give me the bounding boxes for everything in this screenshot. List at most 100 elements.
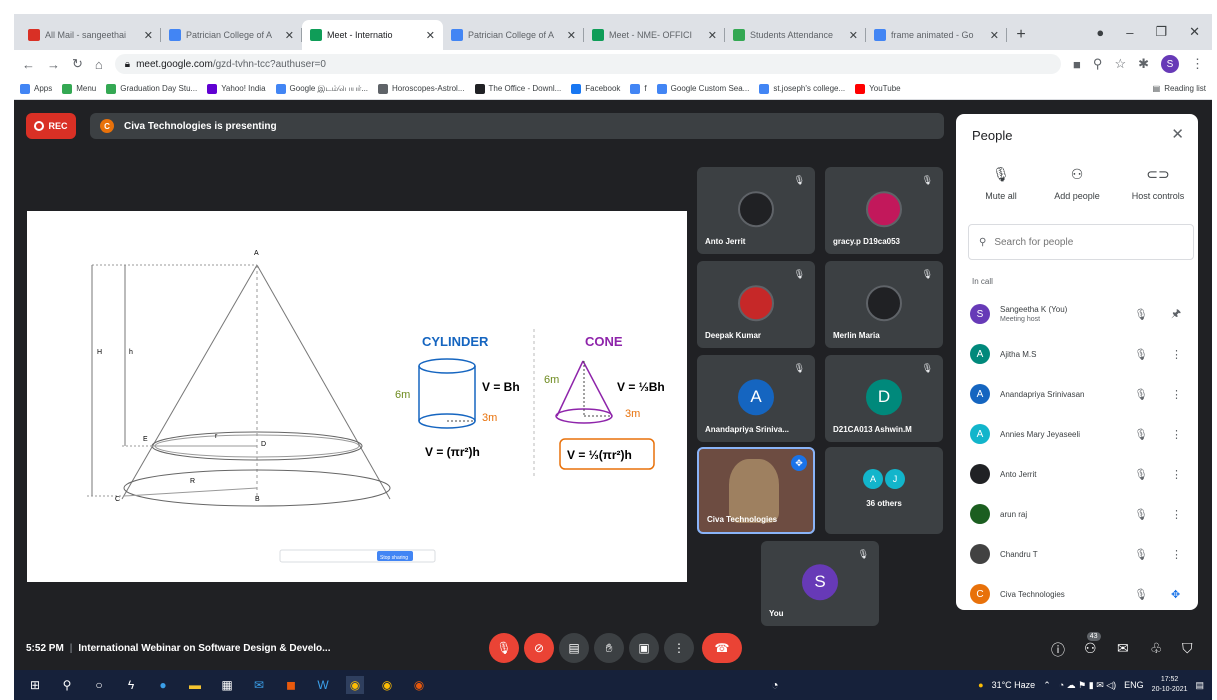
host-shield-icon[interactable]: ⛉ (1182, 640, 1193, 657)
chrome-active-icon[interactable]: ◉ (346, 676, 364, 694)
browser-tab[interactable]: All Mail - sangeethai ✕ (20, 20, 161, 50)
store-icon[interactable]: ▦ (218, 676, 236, 694)
people-search[interactable]: ⚲ (968, 224, 1194, 260)
search-people-input[interactable] (994, 236, 1175, 248)
browser-tab[interactable]: Patrician College of A ✕ (161, 20, 302, 50)
participant-row[interactable]: arun raj 🎙︎ ⋮ (956, 494, 1198, 534)
camera-icon[interactable]: ■ (1073, 57, 1081, 72)
pin-icon[interactable]: 🖈︎ (1171, 305, 1181, 324)
more-options-button[interactable]: ⋮ (664, 633, 694, 663)
edge-icon[interactable]: ● (154, 676, 172, 694)
tab-close-icon[interactable]: ✕ (708, 29, 717, 42)
mute-participant-icon[interactable]: 🎙︎ (1134, 468, 1148, 481)
bookmark-item[interactable]: st.joseph's college... (759, 83, 845, 94)
search-icon[interactable]: ⚲ (58, 676, 76, 694)
participant-row[interactable]: Anto Jerrit 🎙︎ ⋮ (956, 454, 1198, 494)
participant-tile[interactable]: 🎙︎ Deepak Kumar (697, 261, 815, 348)
mute-participant-icon[interactable]: 🎙︎ (1134, 388, 1148, 401)
maximize-icon[interactable]: ❐ (1155, 24, 1167, 40)
meeting-info-icon[interactable]: ⓘ (1051, 640, 1065, 660)
back-icon[interactable]: ← (22, 57, 35, 72)
more-vert-icon[interactable]: ⋮ (1171, 388, 1182, 401)
participant-row[interactable]: A Annies Mary Jeyaseeli 🎙︎ ⋮ (956, 414, 1198, 454)
windows-start-icon[interactable]: ⊞ (26, 676, 44, 694)
weather-text[interactable]: 31°C Haze (992, 680, 1036, 690)
activities-icon[interactable]: ♧ (1150, 640, 1163, 657)
mute-participant-icon[interactable]: 🎙︎ (1134, 548, 1148, 561)
add-people-button[interactable]: ⚇ Add people (1037, 166, 1117, 201)
participant-tile[interactable]: 🎙︎ D D21CA013 Ashwin.M (825, 355, 943, 442)
star-icon[interactable]: ☆ (1114, 56, 1126, 72)
tab-close-icon[interactable]: ✕ (144, 29, 153, 42)
reload-icon[interactable]: ↻ (72, 56, 83, 72)
leave-call-button[interactable]: ☎︎ (702, 633, 742, 663)
mute-participant-icon[interactable]: 🎙︎ (1134, 308, 1148, 321)
close-window-icon[interactable]: ✕ (1189, 24, 1200, 40)
host-controls-button[interactable]: ⊂⊃ Host controls (1118, 166, 1198, 201)
more-vert-icon[interactable]: ⋮ (1171, 548, 1182, 561)
clock[interactable]: 17:52 20-10-2021 (1152, 675, 1188, 695)
browser-tab[interactable]: Patrician College of A ✕ (443, 20, 584, 50)
participant-row[interactable]: Chandru T 🎙︎ ⋮ (956, 534, 1198, 574)
extensions-icon[interactable]: ✱ (1138, 56, 1149, 72)
bookmark-item[interactable]: Horoscopes-Astrol... (378, 83, 465, 94)
forward-icon[interactable]: → (47, 57, 60, 72)
bookmark-item[interactable]: Apps (20, 83, 52, 94)
more-vert-icon[interactable]: ⋮ (1171, 428, 1182, 441)
app-icon[interactable]: ϟ (122, 676, 140, 694)
bookmark-item[interactable]: Menu (62, 83, 96, 94)
tab-close-icon[interactable]: ✕ (426, 29, 435, 42)
captions-button[interactable]: ▤ (559, 633, 589, 663)
cortana-icon[interactable]: ○ (90, 676, 108, 694)
file-explorer-icon[interactable]: ▬ (186, 676, 204, 694)
tab-close-icon[interactable]: ✕ (567, 29, 576, 42)
word-icon[interactable]: W (314, 676, 332, 694)
profile-avatar[interactable]: S (1161, 55, 1179, 73)
camera-off-button[interactable]: ⊘ (524, 633, 554, 663)
browser-tab[interactable]: Meet - NME- OFFICI ✕ (584, 20, 725, 50)
browser-tab[interactable]: frame animated - Go ✕ (866, 20, 1007, 50)
mute-participant-icon[interactable]: 🎙︎ (1134, 588, 1148, 601)
new-tab-button[interactable]: + (1007, 20, 1035, 50)
minimize-icon[interactable]: – (1126, 25, 1133, 40)
tray-chevron-icon[interactable]: ⌃ (1043, 680, 1051, 691)
participant-tile[interactable]: ✥ Civa Technologies (697, 447, 815, 534)
people-icon[interactable]: ⚇ 43 (1084, 632, 1101, 657)
participant-tile[interactable]: 🎙︎ S You (761, 541, 879, 626)
tray-icons[interactable]: ◔ ☁ ⚑ ▮ ✉ ◁) (1059, 680, 1116, 691)
participant-tile[interactable]: 🎙︎ Merlin Maria (825, 261, 943, 348)
zoom-icon[interactable]: ⚲ (1093, 56, 1103, 72)
stop-sharing-button[interactable]: Stop sharing (380, 555, 408, 561)
bookmark-item[interactable]: Google Custom Sea... (656, 83, 749, 94)
participant-row[interactable]: C Civa Technologies 🎙︎ ✥ (956, 574, 1198, 610)
reading-list-button[interactable]: ▤ Reading list (1153, 84, 1206, 93)
profile-circle-icon[interactable]: ● (1096, 25, 1104, 40)
bookmark-item[interactable]: YouTube (855, 83, 901, 94)
menu-dots-icon[interactable]: ⋮ (1191, 56, 1204, 72)
bookmark-item[interactable]: Google இடம்பெயர்... (275, 83, 368, 94)
more-vert-icon[interactable]: ⋮ (1171, 508, 1182, 521)
bookmark-item[interactable]: Facebook (571, 83, 620, 94)
mic-off-button[interactable]: 🎙︎ (489, 633, 519, 663)
home-icon[interactable]: ⌂ (95, 57, 103, 72)
tab-close-icon[interactable]: ✕ (990, 29, 999, 42)
chat-icon[interactable]: ✉ (1117, 640, 1129, 657)
pin-icon[interactable]: ✥ (791, 455, 807, 471)
close-panel-icon[interactable]: ✕ (1171, 125, 1184, 143)
mail-icon[interactable]: ✉ (250, 676, 268, 694)
participant-row[interactable]: A Anandapriya Srinivasan 🎙︎ ⋮ (956, 374, 1198, 414)
app-circle-icon[interactable]: ◔ (766, 676, 784, 694)
tab-close-icon[interactable]: ✕ (285, 29, 294, 42)
participant-tile[interactable]: A J 36 others (825, 447, 943, 534)
notifications-icon[interactable]: ▤ (1195, 680, 1204, 691)
browser-tab[interactable]: Students Attendance ✕ (725, 20, 866, 50)
participant-tile[interactable]: 🎙︎ Anto Jerrit (697, 167, 815, 254)
language-indicator[interactable]: ENG (1124, 680, 1144, 690)
bookmark-item[interactable]: Yahoo! India (207, 83, 266, 94)
mute-participant-icon[interactable]: 🎙︎ (1134, 508, 1148, 521)
url-field[interactable]: 🔒︎ meet.google.com/gzd-tvhn-tcc?authuser… (114, 54, 1062, 74)
firefox-icon[interactable]: ◉ (410, 676, 428, 694)
office-icon[interactable]: ◼ (282, 676, 300, 694)
mute-all-button[interactable]: 🎙︎ Mute all (961, 166, 1041, 201)
browser-tab[interactable]: Meet - Internatio ✕ (302, 20, 443, 50)
